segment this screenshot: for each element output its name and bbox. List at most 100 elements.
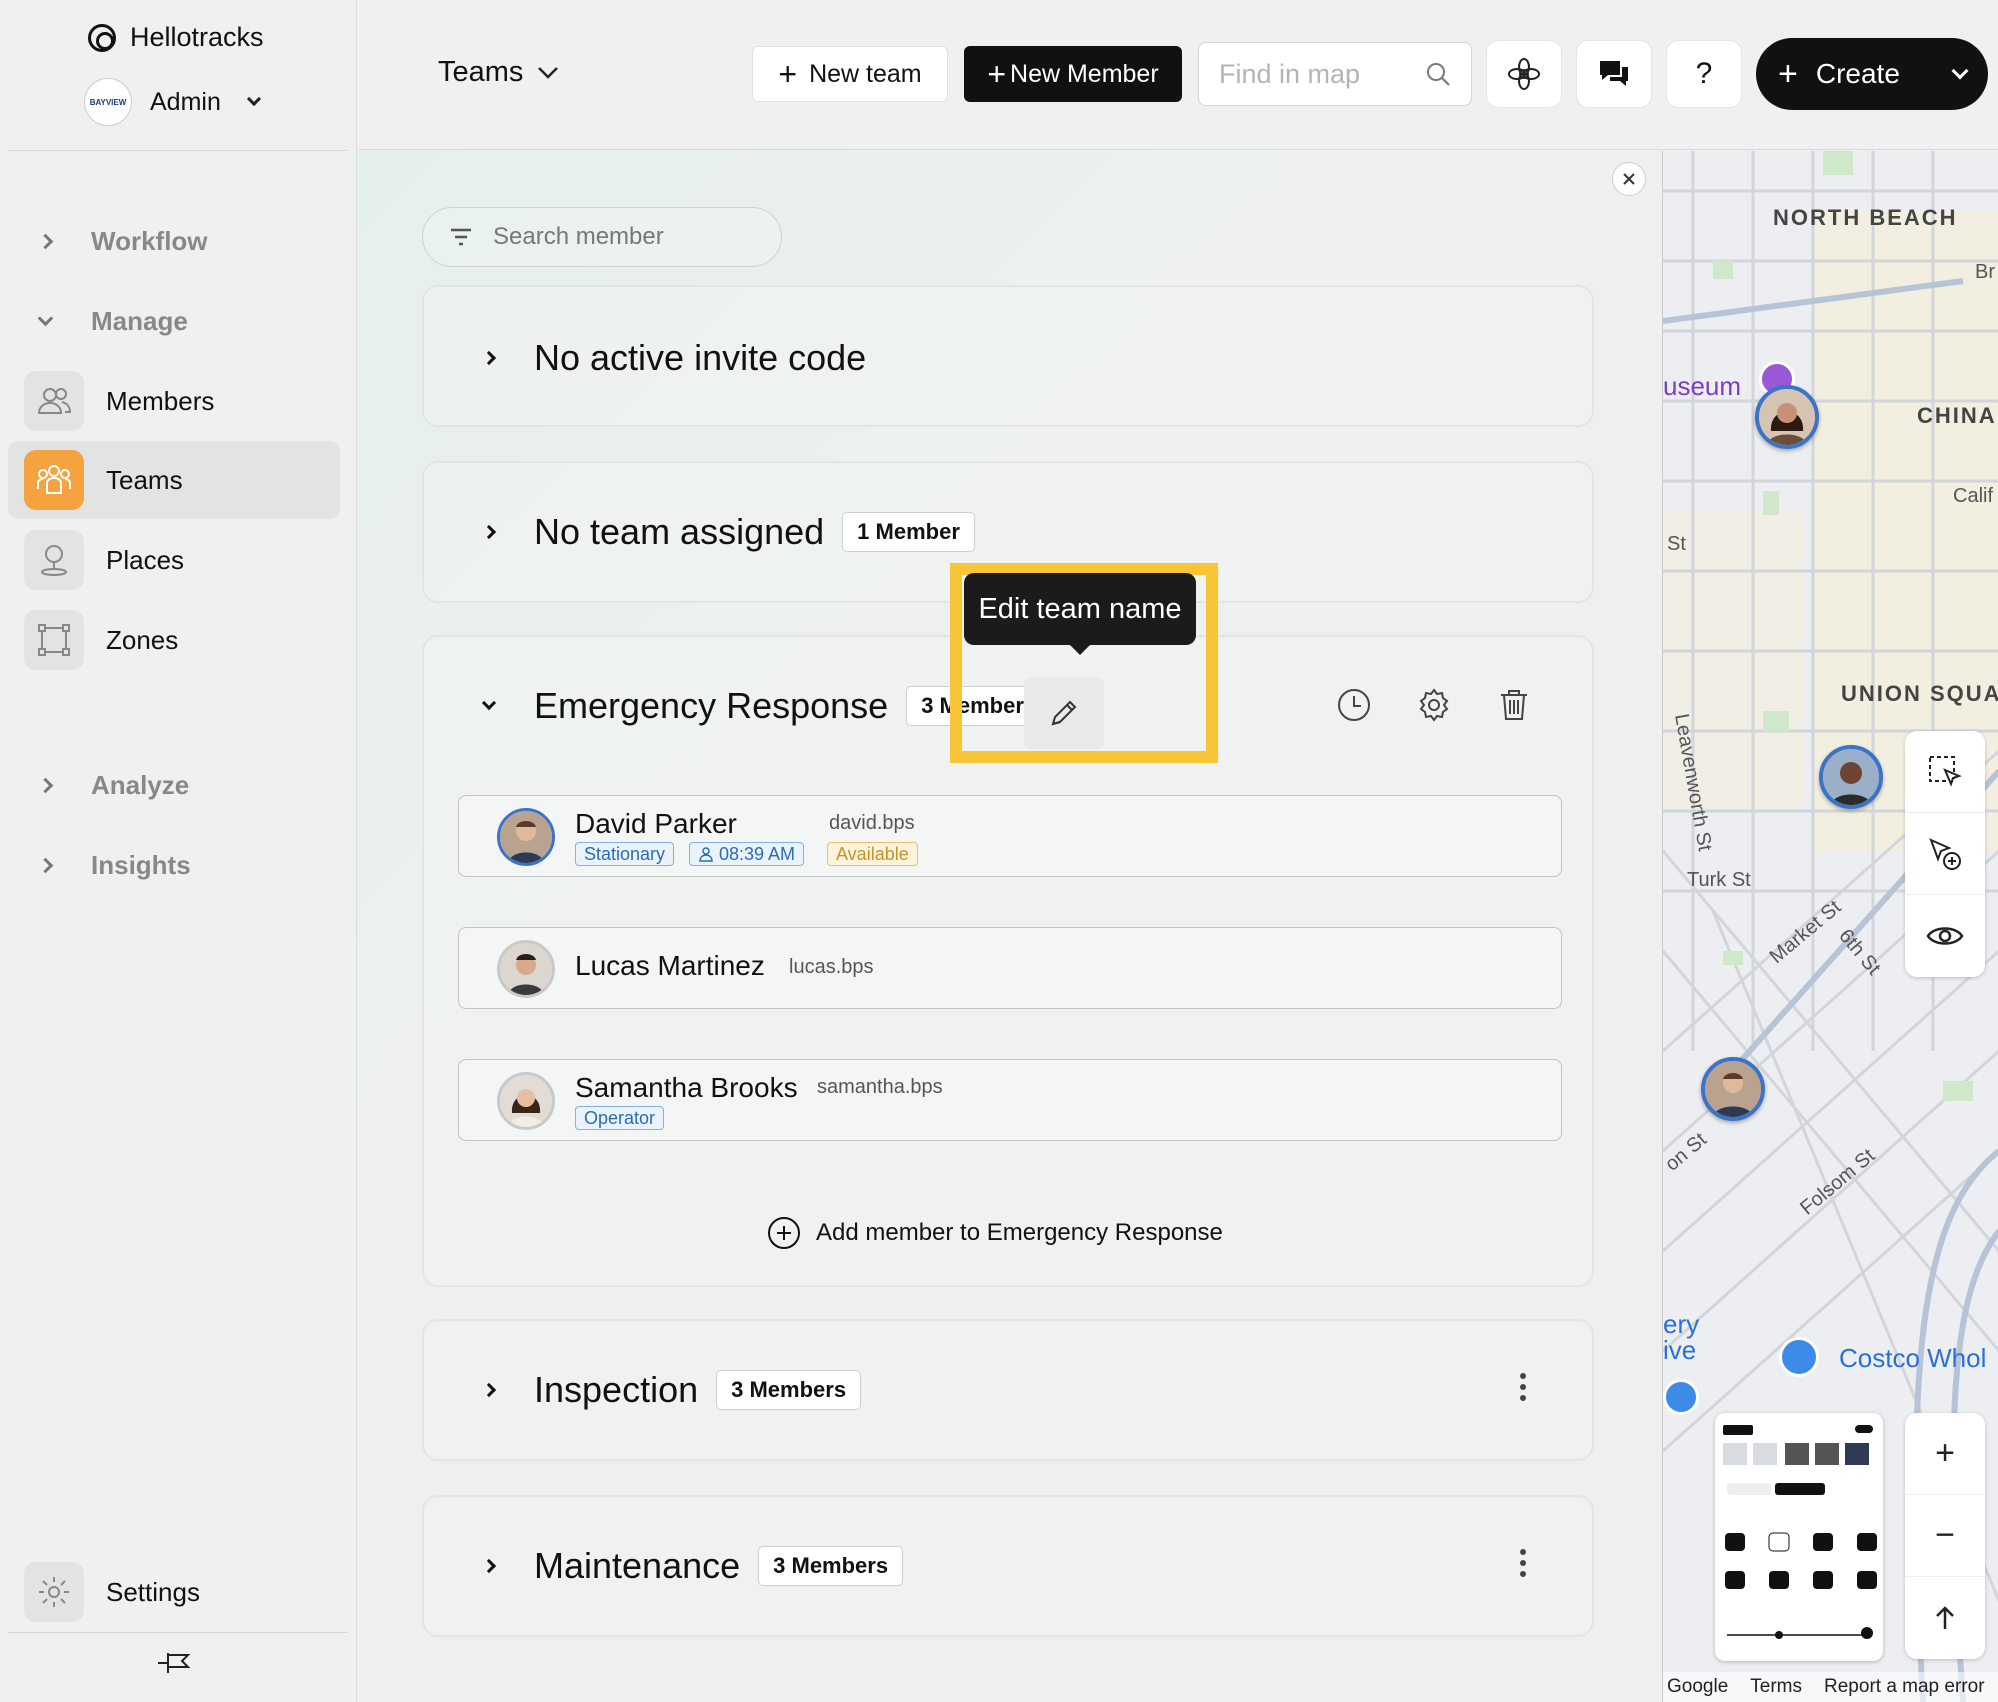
brand[interactable]: Hellotracks (88, 22, 264, 53)
street-label: Turk St (1687, 869, 1751, 891)
nav-group-label: Manage (91, 306, 188, 336)
map[interactable]: NORTH BEACH CHINA UNION SQUA useum Costc… (1662, 151, 1998, 1702)
search-member[interactable] (422, 207, 782, 267)
avatar (497, 808, 555, 866)
sidebar-item-settings[interactable]: Settings (24, 1562, 200, 1622)
section-header[interactable]: Maintenance 3 Members (481, 1545, 904, 1587)
team-settings-button[interactable] (1416, 687, 1452, 728)
status-badge: Stationary (575, 842, 675, 866)
create-label: Create (1815, 58, 1900, 89)
cart-pin-icon[interactable] (1663, 1379, 1699, 1415)
chevron-right-icon (481, 1382, 497, 1398)
zone-icon (24, 610, 84, 670)
member-map-marker[interactable] (1701, 1057, 1765, 1121)
section-header[interactable]: No team assigned 1 Member (481, 511, 975, 553)
sidebar-item-zones[interactable]: Zones (8, 601, 340, 679)
member-username: samantha.bps (817, 1076, 943, 1098)
plus-icon: + (987, 55, 1007, 92)
member-row[interactable]: David Parker david.bps Stationary 08:39 … (458, 795, 1562, 877)
new-team-label: New team (809, 59, 922, 88)
history-button[interactable] (1336, 687, 1372, 728)
add-member-button[interactable]: Add member to Emergency Response (768, 1217, 1223, 1249)
delete-team-button[interactable] (1496, 687, 1532, 728)
member-row[interactable]: Samantha Brooks samantha.bps Operator (458, 1059, 1562, 1141)
member-map-marker[interactable] (1819, 745, 1883, 809)
account-switcher[interactable]: BAYVIEW Admin (84, 78, 261, 126)
person-icon (699, 847, 713, 862)
sidebar-item-teams[interactable]: Teams (8, 441, 340, 519)
section-header[interactable]: Inspection 3 Members (481, 1369, 862, 1411)
map-label: UNION SQUA (1841, 681, 1998, 706)
help-icon: ? (1695, 57, 1713, 90)
avatar (497, 1072, 555, 1130)
member-row[interactable]: Lucas Martinez lucas.bps (458, 927, 1562, 1009)
member-username: david.bps (829, 812, 915, 834)
add-point-button[interactable] (1905, 813, 1985, 895)
map-tools (1905, 731, 1985, 977)
poi-label: Costco Whol (1839, 1343, 1987, 1373)
org-logo: BAYVIEW (84, 78, 132, 126)
nav-group-insights[interactable]: Insights (37, 850, 191, 881)
member-username: lucas.bps (789, 956, 874, 978)
collapse-sidebar-icon[interactable] (154, 1648, 194, 1683)
poi-text: ive (1663, 1335, 1697, 1365)
search-member-input[interactable] (493, 223, 753, 251)
sidebar: Hellotracks BAYVIEW Admin Workflow Manag… (0, 0, 357, 1702)
member-count-badge: 3 Members (758, 1546, 904, 1586)
member-map-marker[interactable] (1755, 385, 1819, 449)
more-options-icon[interactable] (1520, 1373, 1526, 1401)
teams-panel: No active invite code No team assigned 1… (358, 151, 1661, 1702)
avatar (497, 940, 555, 998)
report-map-error-link[interactable]: Report a map error (1824, 1676, 1985, 1698)
section-title: No team assigned (534, 511, 825, 552)
nav-group-manage[interactable]: Manage (37, 306, 188, 337)
find-in-map-search[interactable] (1198, 42, 1472, 106)
nav-group-workflow[interactable]: Workflow (37, 226, 208, 257)
nav-group-analyze[interactable]: Analyze (37, 770, 190, 801)
sidebar-item-places[interactable]: Places (8, 521, 340, 599)
sidebar-item-label: Places (106, 544, 185, 575)
recenter-button[interactable] (1905, 1577, 1985, 1659)
chevron-right-icon (481, 350, 497, 366)
ai-assistant-button[interactable] (1486, 40, 1562, 108)
top-bar: Teams + New team + New Member ? + Create (358, 0, 1998, 150)
chevron-right-icon (37, 233, 54, 250)
hellotracks-logo-icon (88, 23, 116, 52)
team-name: Maintenance (534, 1545, 741, 1586)
zoom-in-button[interactable]: + (1905, 1413, 1985, 1495)
select-area-button[interactable] (1905, 731, 1985, 813)
map-layers-preview[interactable] (1715, 1413, 1883, 1661)
visibility-button[interactable] (1905, 895, 1985, 977)
new-member-button[interactable]: + New Member (964, 46, 1182, 102)
tooltip-text: Edit team name (978, 592, 1182, 625)
sidebar-item-label: Teams (106, 464, 183, 495)
chevron-down-icon (538, 66, 559, 79)
member-count-badge: 1 Member (842, 512, 975, 552)
street-label: Br (1975, 261, 1995, 283)
zoom-out-button[interactable]: − (1905, 1495, 1985, 1577)
street-label: Calif (1953, 485, 1994, 507)
add-member-label: Add member to Emergency Response (816, 1219, 1223, 1246)
teams-dropdown[interactable]: Teams (438, 56, 559, 89)
map-label: CHINA (1917, 403, 1997, 428)
chevron-down-icon (37, 310, 54, 327)
new-team-button[interactable]: + New team (752, 46, 948, 102)
filter-icon (451, 228, 471, 246)
nav-group-label: Analyze (91, 770, 190, 800)
sidebar-item-members[interactable]: Members (8, 362, 340, 440)
chevron-right-icon (481, 1558, 497, 1574)
help-button[interactable]: ? (1666, 40, 1742, 108)
more-options-icon[interactable] (1520, 1549, 1526, 1577)
messages-button[interactable] (1576, 40, 1652, 108)
create-button[interactable]: + Create (1756, 38, 1988, 110)
find-in-map-input[interactable] (1219, 58, 1409, 90)
invite-code-section: No active invite code (422, 285, 1594, 427)
shopping-pin-icon[interactable] (1779, 1337, 1819, 1377)
nav-group-label: Insights (91, 850, 191, 880)
section-header[interactable]: No active invite code (481, 337, 866, 379)
terms-link[interactable]: Terms (1750, 1676, 1802, 1698)
close-panel-button[interactable] (1612, 162, 1646, 196)
place-pin-icon (24, 530, 84, 590)
poi-label: useum (1663, 371, 1742, 401)
member-name: Lucas Martinez (575, 950, 765, 981)
